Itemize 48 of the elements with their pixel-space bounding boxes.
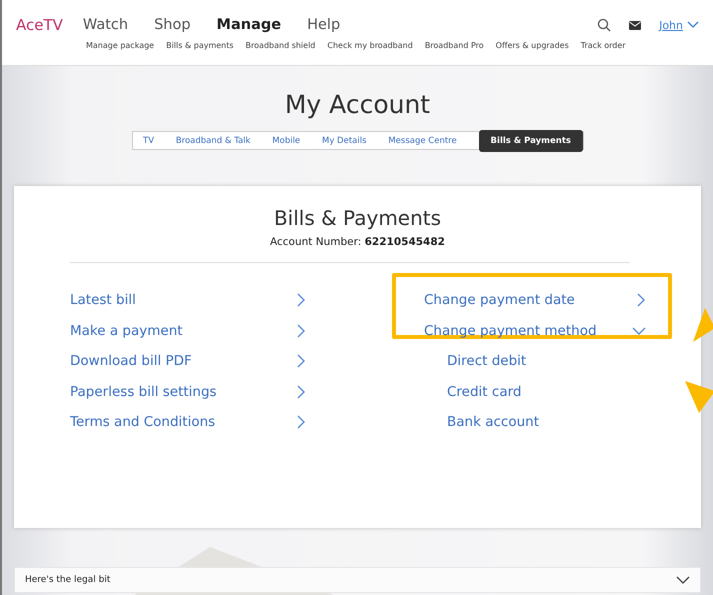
submenu-link[interactable]: Bank account [404, 407, 666, 438]
user-menu[interactable]: John [659, 18, 683, 32]
menu-link[interactable]: Download bill PDF [70, 346, 306, 376]
account-number: 62210545482 [364, 236, 445, 248]
chevron-right-icon [296, 384, 306, 399]
subnav-link[interactable]: Broadband Pro [424, 41, 484, 50]
section-title: Bills & Payments [272, 206, 442, 230]
subnav-link[interactable]: Bills & payments [166, 41, 234, 50]
subnav-link[interactable]: Track order [580, 41, 626, 50]
chevron-down-icon [632, 326, 646, 336]
menu-link[interactable]: Terms and Conditions [70, 407, 306, 438]
tab[interactable]: Broadband & Talk [176, 136, 250, 146]
nav-link[interactable]: Manage [216, 17, 282, 33]
menu-link[interactable]: Change payment method [404, 316, 666, 346]
brand-logo[interactable]: AceTV [16, 16, 63, 34]
legal-label: Here's the legal bit [25, 575, 110, 585]
subnav-link[interactable]: Offers & upgrades [496, 41, 569, 50]
tab[interactable]: TV [143, 136, 154, 146]
chevron-down-icon[interactable] [687, 21, 699, 29]
nav-link[interactable]: Help [307, 17, 340, 33]
submenu-link[interactable]: Credit card [404, 376, 666, 407]
tab[interactable]: Mobile [272, 136, 300, 146]
nav-link[interactable]: Watch [82, 17, 128, 33]
nav-link[interactable]: Shop [154, 17, 191, 33]
page-title: My Account [284, 89, 432, 119]
tab[interactable]: Message Centre [388, 136, 457, 146]
envelope-icon[interactable] [629, 20, 642, 30]
legal-bar[interactable]: Here's the legal bit [14, 567, 701, 593]
menu-link[interactable]: Change payment date [404, 285, 666, 316]
chevron-down-icon [676, 576, 690, 584]
chevron-right-icon [636, 293, 646, 308]
subnav-link[interactable]: Check my broadband [327, 41, 413, 50]
chevron-right-icon [296, 354, 306, 368]
account-label: Account Number: [270, 236, 362, 248]
tab[interactable]: My Details [322, 136, 367, 146]
chevron-right-icon [296, 324, 306, 338]
tab[interactable]: Bills & Payments [478, 130, 583, 152]
arrow-pointer [691, 308, 713, 342]
chevron-right-icon [296, 293, 306, 308]
arrow-pointer [685, 381, 713, 413]
chevron-right-icon [296, 415, 306, 430]
search-icon[interactable] [597, 18, 612, 32]
menu-link[interactable]: Paperless bill settings [70, 376, 306, 407]
subnav-link[interactable]: Manage package [86, 41, 154, 50]
submenu-link[interactable]: Direct debit [404, 346, 666, 376]
menu-link[interactable]: Make a payment [70, 316, 306, 346]
subnav-link[interactable]: Broadband shield [246, 41, 316, 50]
menu-link[interactable]: Latest bill [70, 285, 306, 316]
